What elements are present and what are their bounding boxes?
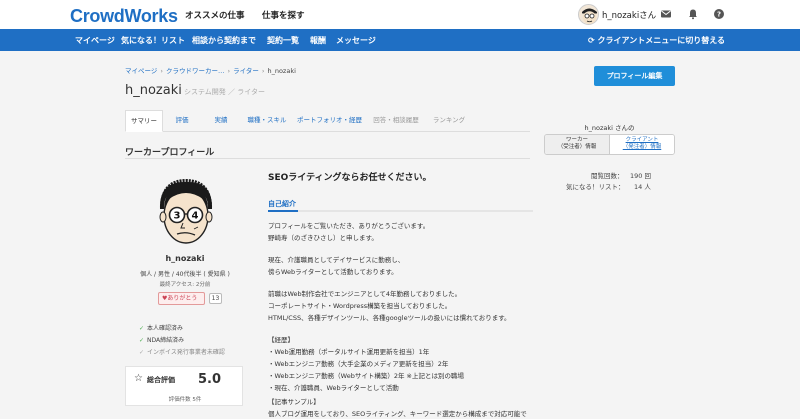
tab-summary[interactable]: サマリー xyxy=(125,110,163,132)
breadcrumb-separator: › xyxy=(227,67,231,75)
check-circle-icon: ✓ xyxy=(139,337,145,344)
nav-messages[interactable]: メッセージ xyxy=(336,35,376,46)
check-circle-icon: ✓ xyxy=(139,325,145,332)
tab-self-introduction[interactable]: 自己紹介 xyxy=(268,199,296,209)
intro-line: HTML/CSS、各種デザインツール、各種googleツールの扱いには慣れており… xyxy=(268,314,511,322)
breadcrumb-writer[interactable]: ライター xyxy=(233,67,259,75)
main-nav-bar: マイページ 気になる！リスト 相談から契約まで 契約一覧 報酬 メッセージ ⟳ … xyxy=(0,29,800,51)
top-header: CrowdWorks オススメの仕事 仕事を探す h_nozakiさん ? xyxy=(0,0,800,29)
check-circle-icon: ✓ xyxy=(139,349,145,356)
verification-nda-label: NDA締結済み xyxy=(147,337,185,344)
nav-favorites-list[interactable]: 気になる！リスト xyxy=(121,35,185,46)
profile-tabs: サマリー 評価 実績 職種・スキル ポートフォリオ・経歴 回答・相談履歴 ランキ… xyxy=(125,110,530,132)
rating-count[interactable]: 評価件数 5件 xyxy=(126,395,244,403)
intro-line: 現在、介護職員としてデイサービスに勤務し、 xyxy=(268,256,405,264)
intro-line: プロフィールをご覧いただき、ありがとうございます。 xyxy=(268,222,430,230)
profile-username: h_nozaki xyxy=(165,254,205,263)
profile-edit-button[interactable]: プロフィール編集 xyxy=(594,66,675,86)
nav-contracts[interactable]: 契約一覧 xyxy=(267,35,299,46)
worker-profile-heading: ワーカープロフィール xyxy=(125,145,530,159)
verification-identity: ✓ 本人確認済み xyxy=(139,323,183,332)
tab-portfolio[interactable]: ポートフォリオ・経歴 xyxy=(296,110,363,132)
refresh-icon: ⟳ xyxy=(588,36,598,45)
intro-line: 【記事サンプル】 xyxy=(268,398,320,406)
profile-name-title: h_nozaki xyxy=(125,83,182,98)
intro-line: 【経歴】 xyxy=(268,336,294,344)
switch-client-menu-button[interactable]: ⟳ クライアントメニューに切り替える xyxy=(588,35,725,46)
intro-line: コーポレートサイト・Wordpress構築を担当しておりました。 xyxy=(268,302,452,310)
help-icon[interactable]: ? xyxy=(713,8,725,20)
verification-nda: ✓ NDA締結済み xyxy=(139,335,184,344)
rating-value: 5.0 xyxy=(198,372,222,387)
profile-headline: SEOライティングならお任せください。 xyxy=(268,173,432,183)
verification-identity-label: 本人確認済み xyxy=(147,325,184,332)
tab-achievements[interactable]: 実績 xyxy=(210,110,232,132)
nav-earnings[interactable]: 報酬 xyxy=(310,35,326,46)
sidebar-title: h_nozaki さんの xyxy=(584,124,635,132)
tab-reviews[interactable]: 評価 xyxy=(171,110,193,132)
tab-skills[interactable]: 職種・スキル xyxy=(243,110,291,132)
intro-line: ・Webエンジニア勤務（Webサイト構築）2年 ※上記とは別の職場 xyxy=(268,372,464,380)
user-menu-name[interactable]: h_nozakiさん xyxy=(602,9,656,21)
bell-icon[interactable] xyxy=(687,8,699,20)
views-label: 閲覧回数： xyxy=(591,172,624,180)
intro-line: 傍らWebライターとして活動しております。 xyxy=(268,268,398,276)
nav-recommended-jobs[interactable]: オススメの仕事 xyxy=(185,9,245,21)
worker-profile-title: ワーカープロフィール xyxy=(125,148,215,158)
intro-line: ・Webエンジニア勤務（大手企業のメディア更新を担当）2年 xyxy=(268,360,449,368)
switch-client-menu-label: クライアントメニューに切り替える xyxy=(597,36,725,45)
breadcrumb: マイページ › クラウドワーカー… › ライター › h_nozaki xyxy=(125,65,296,75)
nav-mypage[interactable]: マイページ xyxy=(75,35,115,46)
mail-icon[interactable] xyxy=(660,8,672,20)
breadcrumb-separator: › xyxy=(261,67,265,75)
intro-line: 個人ブログ運用をしており、SEOライティング、キーワード選定から構成まで対応可能… xyxy=(268,410,527,418)
star-icon: ☆ xyxy=(134,373,143,384)
overall-rating-box: ☆ 総合評価 5.0 評価件数 5件 xyxy=(125,366,243,406)
tab-answers-history[interactable]: 回答・相談履歴 xyxy=(371,110,421,132)
client-info-sublabel: （発注者）情報 xyxy=(622,144,662,150)
breadcrumb-separator: › xyxy=(160,67,163,75)
favorites-value: 14 人 xyxy=(634,183,651,191)
views-value: 190 回 xyxy=(630,172,651,180)
profile-attributes: 個人 / 男性 / 40代後半 ( 愛知県 ) xyxy=(140,271,230,278)
intro-line: 前職はWeb制作会社でエンジニアとして4年勤務しておりました。 xyxy=(268,290,462,298)
thanks-button[interactable]: ♥ありがとう xyxy=(158,292,205,305)
breadcrumb-crowdworker[interactable]: クラウドワーカー… xyxy=(166,67,225,75)
intro-line: ・Web運用勤務（ポータルサイト運用更新を担当）1年 xyxy=(268,348,430,356)
intro-line: ・現在、介護職員、Webライターとして活動 xyxy=(268,384,399,392)
intro-line: 野崎寿（のざきひさし）と申します。 xyxy=(268,234,378,242)
last-access: 最終アクセス: 2分前 xyxy=(159,282,211,288)
worker-info-tab[interactable]: ワーカー （受注者）情報 xyxy=(545,135,610,154)
avatar-glasses-number-right: 4 xyxy=(192,211,199,222)
favorites-label: 気になる！リスト： xyxy=(566,183,625,191)
svg-text:?: ? xyxy=(717,11,721,19)
avatar-glasses-number-left: 3 xyxy=(174,211,181,222)
nav-find-jobs[interactable]: 仕事を探す xyxy=(262,9,305,21)
crowdworks-logo[interactable]: CrowdWorks xyxy=(70,6,178,27)
intro-tab-underline xyxy=(268,210,533,212)
thanks-count: 13 xyxy=(209,293,222,304)
nav-consult-to-contract[interactable]: 相談から契約まで xyxy=(192,35,256,46)
breadcrumb-mypage[interactable]: マイページ xyxy=(125,67,157,75)
worker-info-sublabel: （受注者）情報 xyxy=(557,144,597,150)
verification-invoice: ✓ インボイス発行事業者未確認 xyxy=(139,347,225,356)
client-info-label: クライアント xyxy=(625,137,659,143)
thanks-label: ありがとう xyxy=(167,295,198,302)
profile-avatar: 3 4 xyxy=(157,178,215,247)
tab-ranking[interactable]: ランキング xyxy=(431,110,467,132)
rating-label: 総合評価 xyxy=(147,376,175,384)
user-avatar[interactable] xyxy=(578,4,599,25)
worker-info-label: ワーカー xyxy=(565,137,588,143)
profile-occupation: システム開発 ／ ライター xyxy=(184,88,265,96)
verification-invoice-label: インボイス発行事業者未確認 xyxy=(147,349,225,356)
client-info-tab[interactable]: クライアント （発注者）情報 xyxy=(610,135,674,154)
breadcrumb-current: h_nozaki xyxy=(267,67,296,75)
worker-client-toggle: ワーカー （受注者）情報 クライアント （発注者）情報 xyxy=(544,134,675,155)
